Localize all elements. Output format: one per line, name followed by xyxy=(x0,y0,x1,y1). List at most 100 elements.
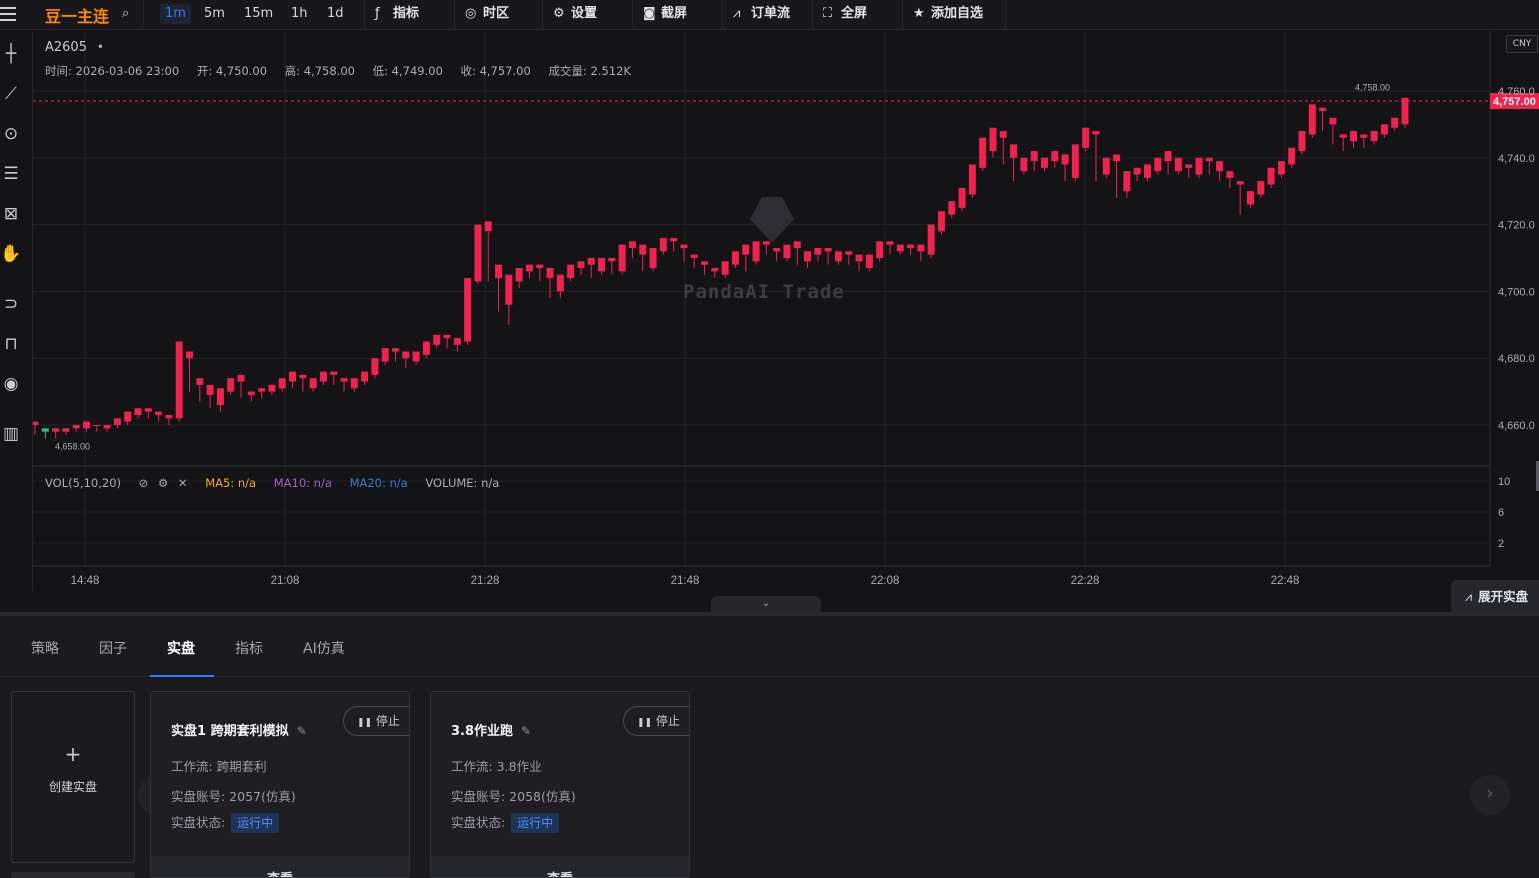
candle-body xyxy=(1267,167,1275,185)
magnet-icon[interactable]: ⊃ xyxy=(0,293,22,315)
candle-body xyxy=(330,371,338,375)
candle-body xyxy=(1143,164,1151,178)
stop-button[interactable]: ❚❚ 停止 xyxy=(343,706,409,736)
candle-body xyxy=(443,334,451,339)
candle-body xyxy=(41,428,49,432)
candle-body xyxy=(72,425,80,429)
settings-button[interactable]: ⚙ 设置 xyxy=(542,0,632,30)
expand-live-button[interactable]: ⩘ 展开实盘 xyxy=(1451,580,1539,613)
symbol-selector[interactable]: 豆一主连 ⌕ xyxy=(36,0,144,30)
time-tick: 22:48 xyxy=(1271,575,1300,587)
candle-body xyxy=(886,241,894,245)
candle-body xyxy=(1277,161,1285,175)
candle-body xyxy=(525,264,533,272)
timezone-button[interactable]: ◎ 时区 xyxy=(454,0,542,30)
candle-body xyxy=(1102,157,1110,175)
candle-body xyxy=(999,131,1007,138)
watermark: PandaAI Trade xyxy=(683,281,845,303)
tab-indicator[interactable]: 指标 xyxy=(235,638,263,658)
interval-1m[interactable]: 1m xyxy=(160,4,191,24)
menu-icon[interactable] xyxy=(0,4,18,24)
candle-body xyxy=(1174,157,1182,172)
candle-body xyxy=(237,374,245,382)
currency-tag[interactable]: CNY xyxy=(1506,35,1538,53)
volume-legend: VOL(5,10,20) ⊘ ⚙ ✕ MA5: n/a MA10: n/a MA… xyxy=(45,476,513,490)
candle-body xyxy=(1236,181,1244,185)
tab-live[interactable]: 实盘 xyxy=(167,638,195,658)
hand-icon[interactable]: ✋ xyxy=(0,243,22,265)
interval-5m[interactable]: 5m xyxy=(199,4,230,24)
candle-body xyxy=(206,384,214,395)
close-icon[interactable]: ✕ xyxy=(178,476,188,490)
candle-body xyxy=(392,348,400,352)
candle-body xyxy=(1349,131,1357,142)
candle-body xyxy=(1246,191,1254,205)
candle-body xyxy=(937,211,945,232)
add-watchlist-button[interactable]: ★ 添加自选 xyxy=(902,0,1006,30)
candle-body xyxy=(783,244,791,258)
candle-body xyxy=(927,224,935,255)
candle-body xyxy=(1298,131,1306,152)
symbol-name[interactable]: 豆一主连 xyxy=(45,3,109,27)
candle-body xyxy=(639,244,647,255)
card-title: 实盘1 跨期套利模拟 ✎ xyxy=(171,720,307,739)
live-card[interactable]: 3.8作业跑 ✎ ❚❚ 停止 工作流: 3.8作业 实盘账号: 2058(仿真) … xyxy=(430,691,690,878)
hide-icon[interactable]: ⊘ xyxy=(139,476,149,490)
candle-body xyxy=(62,428,70,432)
candle-body xyxy=(1185,164,1193,168)
candle-body xyxy=(1082,127,1090,148)
tab-strategy[interactable]: 策略 xyxy=(31,638,59,658)
edit-icon[interactable]: ✎ xyxy=(297,724,307,738)
candle-body xyxy=(752,241,760,262)
price-chart[interactable]: 4,757.00 4,758.00 4,658.00 4,760.0 4,740.0 4,… xyxy=(33,31,1539,591)
chart-bars-icon: ⩘ xyxy=(733,6,741,21)
pattern-icon[interactable]: ⊠ xyxy=(0,203,22,225)
eye-icon[interactable]: ◉ xyxy=(0,373,22,395)
fib-lines-icon[interactable]: ☰ xyxy=(0,163,22,185)
lock-icon[interactable]: ⊓ xyxy=(0,333,22,355)
candlestick-chart[interactable]: 4,757.004,758.004,658.004,760.04,740.04,… xyxy=(33,31,1539,591)
create-live-card[interactable]: + 创建实盘 xyxy=(11,691,135,863)
orderflow-button[interactable]: ⩘ 订单流 xyxy=(722,0,812,30)
circle-tool-icon[interactable]: ⊙ xyxy=(0,123,22,145)
candle-body xyxy=(268,384,276,392)
trendline-icon[interactable]: ⟋ xyxy=(0,83,22,105)
volume-value-label: VOLUME: n/a xyxy=(425,476,500,490)
pause-icon: ❚❚ xyxy=(357,718,373,728)
time-tick: 21:08 xyxy=(271,575,300,587)
interval-1h[interactable]: 1h xyxy=(286,4,313,24)
view-button[interactable]: 查看 xyxy=(151,868,409,877)
collapse-handle[interactable]: ⌄ xyxy=(711,596,821,612)
max-price-label: 4,758.00 xyxy=(1355,83,1390,93)
interval-15m[interactable]: 15m xyxy=(239,4,278,24)
candle-body xyxy=(762,241,770,245)
live-card[interactable]: 实盘1 跨期套利模拟 ✎ ❚❚ 停止 工作流: 跨期套利 实盘账号: 2057(仿… xyxy=(150,691,410,878)
active-tab-indicator xyxy=(150,675,214,677)
candle-body xyxy=(1339,134,1347,138)
view-button[interactable]: 查看 xyxy=(431,868,689,877)
gear-icon[interactable]: ⚙ xyxy=(158,476,168,490)
screenshot-button[interactable]: ◙ 截屏 xyxy=(632,0,722,30)
indicators-button[interactable]: ƒ 指标 xyxy=(364,0,454,30)
stop-button[interactable]: ❚❚ 停止 xyxy=(623,706,689,736)
symbol-code: A2605 xyxy=(45,40,87,55)
search-icon[interactable]: ⌕ xyxy=(122,6,129,21)
candle-body xyxy=(855,254,863,262)
next-page-button[interactable]: › xyxy=(1470,775,1510,815)
crosshair-icon[interactable]: ┼ xyxy=(0,43,22,65)
candle-body xyxy=(433,334,441,345)
ohlc-open: 开: 4,750.00 xyxy=(196,64,268,78)
interval-1d[interactable]: 1d xyxy=(322,4,349,24)
volume-indicator-name: VOL(5,10,20) xyxy=(45,476,121,490)
scrollbar[interactable] xyxy=(11,872,135,878)
card-title-text: 实盘1 跨期套利模拟 xyxy=(171,724,289,739)
workflow-field: 工作流: 跨期套利 xyxy=(171,759,267,774)
tab-factor[interactable]: 因子 xyxy=(99,638,127,658)
plus-icon: + xyxy=(64,742,82,766)
fullscreen-button[interactable]: ⛶ 全屏 xyxy=(812,0,902,30)
tab-ai-sim[interactable]: AI仿真 xyxy=(303,638,345,658)
trash-icon[interactable]: ▥ xyxy=(0,423,22,445)
candle-body xyxy=(453,338,461,345)
edit-icon[interactable]: ✎ xyxy=(521,724,531,738)
candle-body xyxy=(721,261,729,275)
